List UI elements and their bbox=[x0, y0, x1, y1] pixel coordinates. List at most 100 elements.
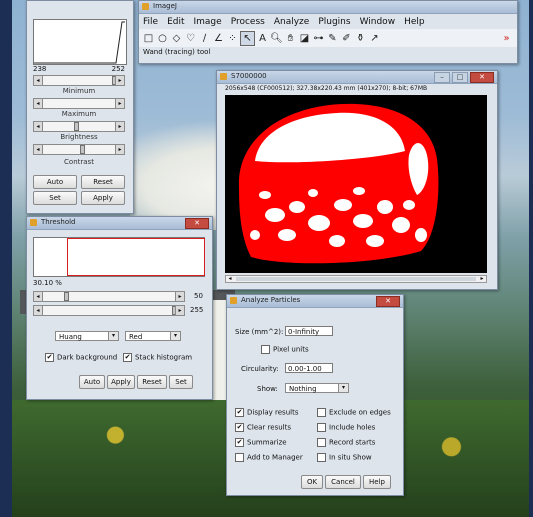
text-tool-icon[interactable]: A bbox=[256, 32, 269, 45]
oval-tool-icon[interactable]: ○ bbox=[156, 32, 169, 45]
analyze-title: Analyze Particles bbox=[241, 296, 301, 304]
image-titlebar[interactable]: S7000000 – □ ✕ bbox=[217, 71, 497, 84]
include-holes-label: Include holes bbox=[329, 423, 376, 432]
clear-results-label: Clear results bbox=[247, 423, 291, 432]
bc-auto-button[interactable]: Auto bbox=[33, 175, 77, 189]
threshold-mode-select[interactable]: Red ▾ bbox=[125, 331, 181, 341]
brightness-contrast-window: 238 252 ◂ ▸ Minimum ◂ ▸ Maximum ◂ ▸ Brig… bbox=[26, 0, 134, 214]
hand-tool-icon[interactable]: ✋︎ bbox=[284, 32, 297, 45]
cancel-button[interactable]: Cancel bbox=[325, 475, 361, 489]
menu-file[interactable]: File bbox=[143, 17, 158, 29]
freehand-tool-icon[interactable]: ♡ bbox=[184, 32, 197, 45]
arrow-tool-icon[interactable]: ↗ bbox=[368, 32, 381, 45]
checkbox-unchecked-icon bbox=[317, 423, 326, 432]
slider-left-arrow-icon[interactable]: ◂ bbox=[34, 145, 43, 154]
scroll-thumb[interactable] bbox=[236, 277, 476, 281]
add-to-manager-label: Add to Manager bbox=[247, 453, 303, 462]
threshold-auto-button[interactable]: Auto bbox=[79, 375, 105, 389]
threshold-set-button[interactable]: Set bbox=[169, 375, 193, 389]
threshold-reset-button[interactable]: Reset bbox=[137, 375, 167, 389]
flood-fill-tool-icon[interactable]: ⚱ bbox=[354, 32, 367, 45]
slider-left-arrow-icon[interactable]: ◂ bbox=[34, 76, 43, 85]
minimum-slider[interactable]: ◂ ▸ bbox=[33, 75, 125, 86]
stack-histogram-label: Stack histogram bbox=[135, 353, 193, 362]
image-hscrollbar[interactable]: ◂ ▸ bbox=[225, 275, 487, 283]
display-results-checkbox[interactable]: ✔ Display results bbox=[235, 408, 298, 417]
close-icon[interactable]: ✕ bbox=[376, 296, 400, 307]
include-holes-checkbox[interactable]: Include holes bbox=[317, 423, 375, 432]
summarize-checkbox[interactable]: ✔ Summarize bbox=[235, 438, 287, 447]
threshold-max-slider[interactable]: ◂ ▸ bbox=[33, 305, 185, 316]
image-info: 2056x548 (CF000512); 327.38x220.43 mm (4… bbox=[225, 85, 428, 92]
dark-background-checkbox[interactable]: ✔ Dark background bbox=[45, 353, 117, 362]
ok-button[interactable]: OK bbox=[301, 475, 323, 489]
image-canvas[interactable] bbox=[225, 95, 487, 273]
brightness-label: Brightness bbox=[60, 133, 98, 141]
menu-plugins[interactable]: Plugins bbox=[318, 17, 350, 29]
slider-thumb[interactable] bbox=[80, 145, 85, 154]
more-tools-icon[interactable]: » bbox=[500, 32, 513, 45]
rectangle-tool-icon[interactable]: □ bbox=[142, 32, 155, 45]
slider-left-arrow-icon[interactable]: ◂ bbox=[34, 122, 43, 131]
scroll-left-icon[interactable]: ◂ bbox=[226, 275, 234, 282]
contrast-slider[interactable]: ◂ ▸ bbox=[33, 144, 125, 155]
slider-right-arrow-icon[interactable]: ▸ bbox=[175, 306, 184, 315]
menu-image[interactable]: Image bbox=[194, 17, 222, 29]
checkbox-checked-icon: ✔ bbox=[123, 353, 132, 362]
line-tool-icon[interactable]: ∕ bbox=[198, 32, 211, 45]
menu-bar: File Edit Image Process Analyze Plugins Window… bbox=[139, 14, 517, 29]
slider-thumb[interactable] bbox=[64, 292, 69, 301]
brush-tool-icon[interactable]: ✎ bbox=[326, 32, 339, 45]
imagej-titlebar[interactable]: ImageJ bbox=[139, 1, 517, 14]
wand-tool-icon[interactable]: ↖ bbox=[240, 30, 255, 46]
thresholded-image bbox=[238, 103, 439, 264]
menu-analyze[interactable]: Analyze bbox=[274, 17, 309, 29]
bc-apply-button[interactable]: Apply bbox=[81, 191, 125, 205]
brightness-slider[interactable]: ◂ ▸ bbox=[33, 121, 125, 132]
scroll-right-icon[interactable]: ▸ bbox=[478, 275, 486, 282]
threshold-titlebar[interactable]: Threshold ✕ bbox=[27, 217, 212, 230]
threshold-min-slider[interactable]: ◂ ▸ bbox=[33, 291, 185, 302]
size-input[interactable]: 0-Infinity bbox=[285, 326, 333, 336]
slider-right-arrow-icon[interactable]: ▸ bbox=[115, 122, 124, 131]
exclude-on-edges-checkbox[interactable]: Exclude on edges bbox=[317, 408, 391, 417]
slider-left-arrow-icon[interactable]: ◂ bbox=[34, 306, 43, 315]
close-icon[interactable]: ✕ bbox=[470, 72, 494, 83]
record-starts-checkbox[interactable]: Record starts bbox=[317, 438, 375, 447]
threshold-apply-button[interactable]: Apply bbox=[107, 375, 135, 389]
close-icon[interactable]: ✕ bbox=[185, 218, 209, 229]
help-button[interactable]: Help bbox=[363, 475, 391, 489]
analyze-titlebar[interactable]: Analyze Particles ✕ bbox=[227, 295, 403, 308]
slider-right-arrow-icon[interactable]: ▸ bbox=[115, 76, 124, 85]
slider-left-arrow-icon[interactable]: ◂ bbox=[34, 99, 43, 108]
point-tool-icon[interactable]: ⁘ bbox=[226, 32, 239, 45]
pixel-units-checkbox[interactable]: Pixel units bbox=[261, 345, 309, 354]
minimize-icon[interactable]: – bbox=[434, 72, 450, 83]
menu-window[interactable]: Window bbox=[360, 17, 396, 29]
clear-results-checkbox[interactable]: ✔ Clear results bbox=[235, 423, 291, 432]
stack-histogram-checkbox[interactable]: ✔ Stack histogram bbox=[123, 353, 192, 362]
maximize-icon[interactable]: □ bbox=[452, 72, 468, 83]
slider-right-arrow-icon[interactable]: ▸ bbox=[115, 145, 124, 154]
pencil-tool-icon[interactable]: ✐ bbox=[340, 32, 353, 45]
menu-process[interactable]: Process bbox=[231, 17, 265, 29]
circularity-input[interactable]: 0.00-1.00 bbox=[285, 363, 333, 373]
dropper-tool-icon[interactable]: ◪ bbox=[298, 32, 311, 45]
magnifier-tool-icon[interactable]: 🔍︎ bbox=[270, 32, 283, 45]
slider-thumb[interactable] bbox=[74, 122, 79, 131]
polygon-tool-icon[interactable]: ◇ bbox=[170, 32, 183, 45]
show-select[interactable]: Nothing ▾ bbox=[285, 383, 349, 393]
slider-right-arrow-icon[interactable]: ▸ bbox=[175, 292, 184, 301]
slider-right-arrow-icon[interactable]: ▸ bbox=[115, 99, 124, 108]
menu-edit[interactable]: Edit bbox=[167, 17, 184, 29]
bc-set-button[interactable]: Set bbox=[33, 191, 77, 205]
maximum-slider[interactable]: ◂ ▸ bbox=[33, 98, 125, 109]
slider-left-arrow-icon[interactable]: ◂ bbox=[34, 292, 43, 301]
in-situ-show-checkbox[interactable]: In situ Show bbox=[317, 453, 372, 462]
threshold-method-select[interactable]: Huang ▾ bbox=[55, 331, 119, 341]
add-to-manager-checkbox[interactable]: Add to Manager bbox=[235, 453, 303, 462]
bc-reset-button[interactable]: Reset bbox=[81, 175, 125, 189]
menu-help[interactable]: Help bbox=[404, 17, 425, 29]
angle-tool-icon[interactable]: ∠ bbox=[212, 32, 225, 45]
lut-tool-icon[interactable]: ⊶ bbox=[312, 32, 325, 45]
